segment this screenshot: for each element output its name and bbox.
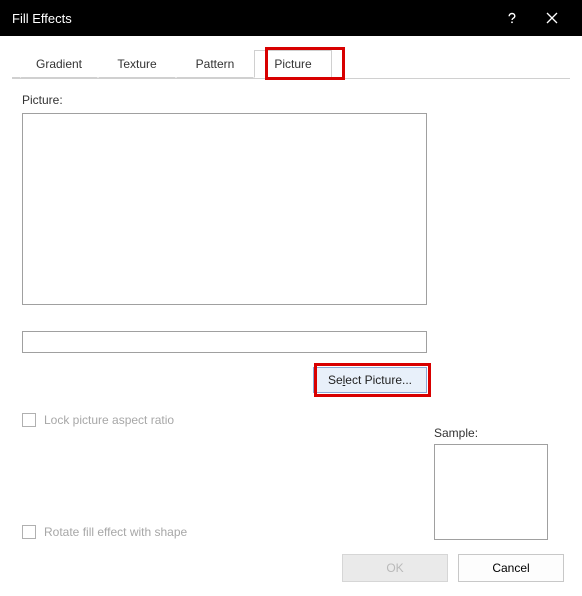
rotate-checkbox[interactable] <box>22 525 36 539</box>
sample-label: Sample: <box>434 426 552 440</box>
close-icon <box>546 12 558 24</box>
ok-button: OK <box>342 554 448 582</box>
tab-label: Pattern <box>196 57 235 71</box>
tab-picture[interactable]: Picture <box>254 50 332 78</box>
tab-strip: Gradient Texture Pattern Picture <box>12 50 570 79</box>
tab-label: Texture <box>117 57 156 71</box>
sample-preview <box>434 444 548 540</box>
dialog-buttons: OK Cancel <box>342 554 564 582</box>
tab-label: Gradient <box>36 57 82 71</box>
fill-effects-dialog: Fill Effects Gradient Texture Pattern Pi… <box>0 0 582 596</box>
dialog-title: Fill Effects <box>12 11 492 26</box>
help-button[interactable] <box>492 0 532 36</box>
select-picture-button[interactable]: Select Picture... <box>313 367 427 393</box>
lock-aspect-row: Lock picture aspect ratio <box>22 413 560 427</box>
lock-aspect-checkbox[interactable] <box>22 413 36 427</box>
close-button[interactable] <box>532 0 572 36</box>
title-bar: Fill Effects <box>0 0 582 36</box>
tab-gradient[interactable]: Gradient <box>20 50 98 78</box>
picture-label: Picture: <box>22 93 560 107</box>
picture-preview <box>22 113 427 305</box>
tab-texture[interactable]: Texture <box>98 50 176 78</box>
lock-aspect-label: Lock picture aspect ratio <box>44 413 174 427</box>
tab-pattern[interactable]: Pattern <box>176 50 254 78</box>
picture-name-field[interactable] <box>22 331 427 353</box>
tab-label: Picture <box>274 57 311 71</box>
sample-area: Sample: <box>434 426 552 540</box>
cancel-button[interactable]: Cancel <box>458 554 564 582</box>
help-icon <box>505 11 519 25</box>
rotate-label: Rotate fill effect with shape <box>44 525 187 539</box>
